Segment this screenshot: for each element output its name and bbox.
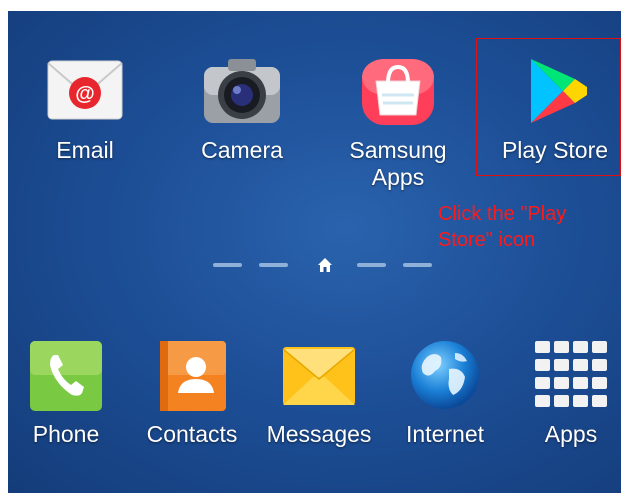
- home-screen: @ Email Camera Samsung Apps Play Store C…: [8, 11, 621, 493]
- instruction-text: Click the "Play Store" icon: [438, 203, 567, 251]
- page-indicator: [213, 257, 433, 273]
- target-highlight-box: [476, 38, 621, 176]
- app-contacts[interactable]: Contacts: [122, 339, 262, 448]
- svg-text:@: @: [75, 83, 95, 105]
- phone-icon: [26, 339, 106, 411]
- page-dot[interactable]: [403, 263, 432, 267]
- page-dot[interactable]: [213, 263, 242, 267]
- app-label-contacts: Contacts: [146, 421, 238, 447]
- app-label-email: Email: [56, 137, 114, 163]
- app-label-messages: Messages: [266, 421, 372, 447]
- globe-icon: [405, 339, 485, 411]
- email-icon: @: [45, 55, 125, 127]
- app-samsung-apps[interactable]: Samsung Apps: [328, 55, 468, 191]
- camera-icon: [202, 55, 282, 127]
- samsung-apps-icon: [358, 55, 438, 127]
- app-internet[interactable]: Internet: [375, 339, 515, 448]
- app-messages[interactable]: Messages: [249, 339, 389, 448]
- app-phone[interactable]: Phone: [8, 339, 136, 448]
- app-label-camera: Camera: [201, 137, 283, 163]
- page-dot[interactable]: [259, 263, 288, 267]
- app-label-samsung-apps: Samsung Apps: [349, 137, 447, 190]
- apps-grid-icon: [531, 339, 611, 411]
- app-camera[interactable]: Camera: [172, 55, 312, 164]
- page-dot[interactable]: [357, 263, 386, 267]
- app-label-internet: Internet: [406, 421, 484, 447]
- messages-icon: [279, 339, 359, 411]
- app-email[interactable]: @ Email: [15, 55, 155, 164]
- home-icon[interactable]: [317, 257, 333, 278]
- app-label-phone: Phone: [32, 421, 100, 447]
- app-label-apps: Apps: [544, 421, 598, 447]
- app-apps[interactable]: Apps: [501, 339, 621, 448]
- contacts-icon: [152, 339, 232, 411]
